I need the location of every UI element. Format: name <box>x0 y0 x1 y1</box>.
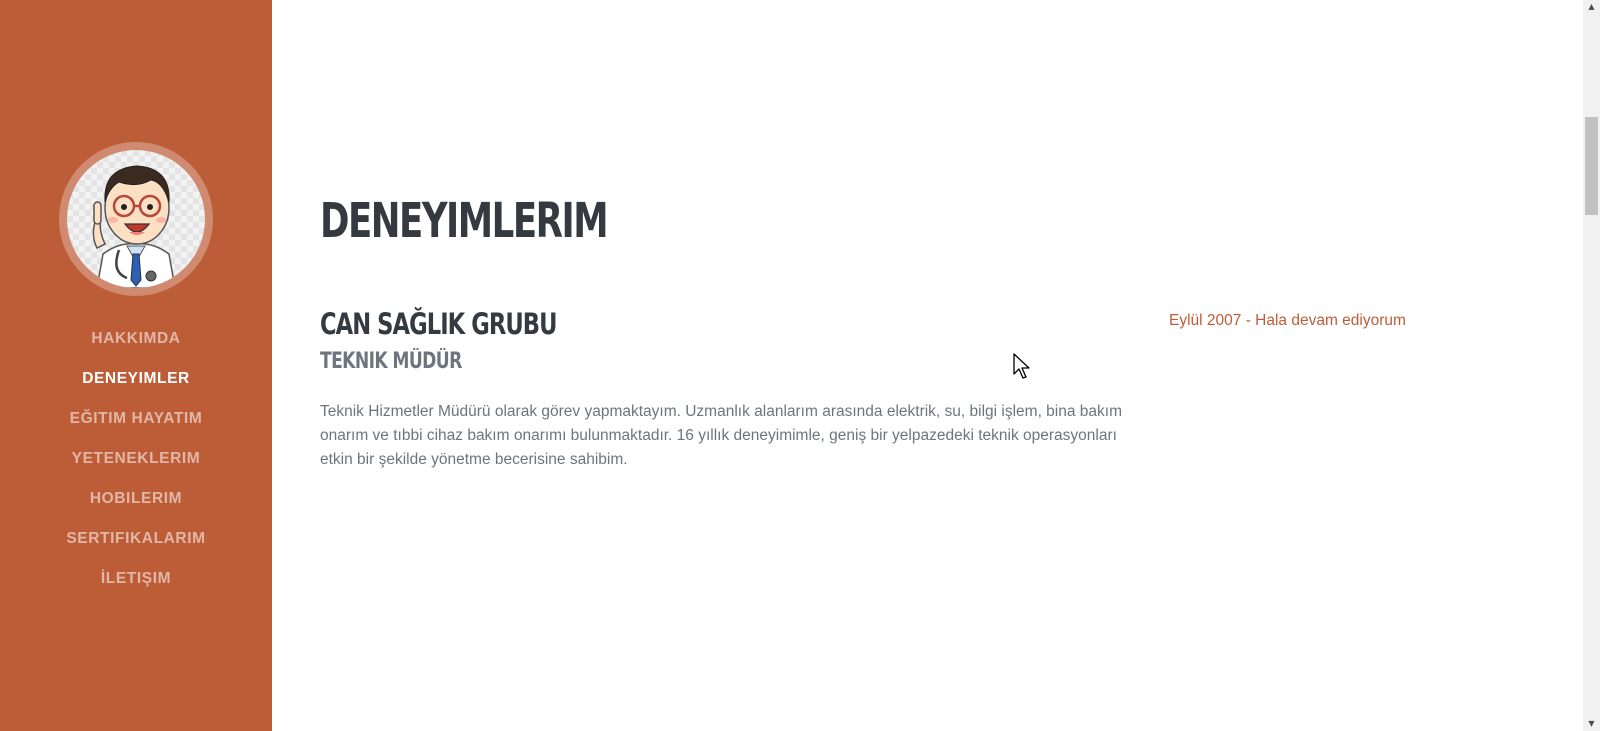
nav-item-deneyimler[interactable]: DENEYIMLER <box>0 366 272 406</box>
scroll-down-arrow-icon[interactable]: ▼ <box>1583 717 1600 731</box>
avatar <box>59 142 213 296</box>
nav-item-egitim-hayatim[interactable]: EĞITIM HAYATIM <box>0 406 272 446</box>
experience-role: TEKNIK MÜDÜR <box>320 349 462 374</box>
sidebar: HAKKIMDA DENEYIMLER EĞITIM HAYATIM YETENEKL… <box>0 0 272 731</box>
experience-date: Eylül 2007 - Hala devam ediyorum <box>1169 312 1406 329</box>
nav-item-sertifikalarim[interactable]: SERTIFIKALARIM <box>0 526 272 566</box>
nav-item-hobilerim[interactable]: HOBILERIM <box>0 486 272 526</box>
main-content: DENEYIMLERIM CAN SAĞLIK GRUBU TEKNIK MÜD… <box>272 0 1583 731</box>
scroll-up-arrow-icon[interactable]: ▲ <box>1583 0 1600 14</box>
vertical-scrollbar[interactable]: ▲ ▼ <box>1583 0 1600 731</box>
experience-description: Teknik Hizmetler Müdürü olarak görev yap… <box>320 403 1122 468</box>
sidebar-nav: HAKKIMDA DENEYIMLER EĞITIM HAYATIM YETENEKL… <box>0 326 272 606</box>
mouse-cursor-icon <box>1013 353 1030 379</box>
nav-item-hakkimda[interactable]: HAKKIMDA <box>0 326 272 366</box>
nav-item-yeteneklerim[interactable]: YETENEKLERIM <box>0 446 272 486</box>
section-title: DENEYIMLERIM <box>320 193 609 249</box>
experience-company: CAN SAĞLIK GRUBU <box>320 307 557 341</box>
scrollbar-thumb[interactable] <box>1585 117 1598 215</box>
avatar-image <box>67 150 205 288</box>
nav-item-iletisim[interactable]: İLETIŞIM <box>0 566 272 606</box>
